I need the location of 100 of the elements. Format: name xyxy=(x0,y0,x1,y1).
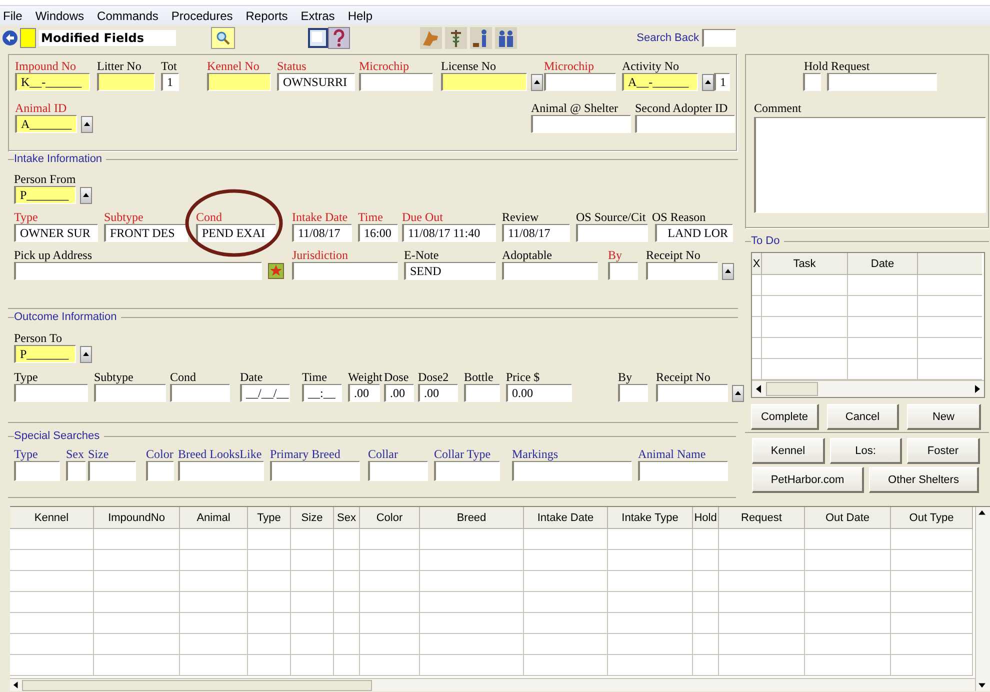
input-field[interactable]: __:__ xyxy=(302,384,342,402)
vet-icon[interactable] xyxy=(445,27,467,49)
column-header[interactable]: Out Date xyxy=(805,507,891,529)
input-field[interactable]: FRONT DES xyxy=(104,224,188,242)
input-field[interactable]: __/__/__ xyxy=(240,384,290,402)
input-field[interactable] xyxy=(576,224,648,242)
input-field[interactable] xyxy=(827,73,937,91)
input-field[interactable]: 1 xyxy=(161,73,179,91)
input-field[interactable] xyxy=(14,262,262,280)
input-field[interactable] xyxy=(292,262,398,280)
menu-item[interactable]: Extras xyxy=(300,8,335,22)
column-header[interactable]: Breed xyxy=(420,507,524,529)
spinner-button[interactable] xyxy=(702,74,714,90)
input-field[interactable] xyxy=(646,262,718,280)
input-field[interactable] xyxy=(512,461,632,481)
spinner-button[interactable] xyxy=(80,346,92,362)
column-header[interactable]: Request xyxy=(719,507,805,529)
search-button[interactable]: Kennel xyxy=(752,438,825,464)
input-field[interactable]: 0.00 xyxy=(506,384,572,402)
input-field[interactable]: 11/08/17 11:40 xyxy=(402,224,496,242)
search-button[interactable]: PetHarbor.com xyxy=(752,467,864,493)
input-field[interactable] xyxy=(368,461,428,481)
comment-field[interactable] xyxy=(754,117,986,213)
column-header[interactable]: Intake Type xyxy=(608,507,693,529)
spinner-button[interactable] xyxy=(531,74,543,90)
column-header[interactable]: Hold xyxy=(693,507,719,529)
search-button[interactable]: Los: xyxy=(830,438,902,464)
scrollbar[interactable] xyxy=(752,380,984,397)
input-field[interactable] xyxy=(434,461,500,481)
column-header[interactable]: Size xyxy=(291,507,334,529)
people-icon[interactable] xyxy=(495,27,517,49)
input-field[interactable]: P_______ xyxy=(14,345,76,363)
search-button[interactable]: Foster xyxy=(907,438,980,464)
menu-item[interactable]: Commands xyxy=(97,8,158,22)
input-field[interactable]: .00 xyxy=(348,384,380,402)
input-field[interactable]: 11/08/17 xyxy=(502,224,570,242)
column-header[interactable]: Task xyxy=(762,253,848,275)
todo-button[interactable]: New xyxy=(907,404,981,430)
input-field[interactable] xyxy=(170,384,230,402)
scrollbar-thumb[interactable] xyxy=(766,382,818,396)
menu-item[interactable]: Windows xyxy=(35,8,84,22)
column-header[interactable]: Out Type xyxy=(891,507,973,529)
star-icon[interactable] xyxy=(268,263,284,279)
scrollbar[interactable] xyxy=(10,678,975,691)
scrollbar-thumb[interactable] xyxy=(22,680,372,690)
input-field[interactable] xyxy=(146,461,174,481)
input-field[interactable] xyxy=(14,384,88,402)
search-back-field[interactable] xyxy=(702,29,736,47)
input-field[interactable]: LAND LOR xyxy=(655,224,733,242)
menu-item[interactable]: File xyxy=(3,8,22,22)
input-field[interactable]: A__-______ xyxy=(622,73,698,91)
input-field[interactable] xyxy=(66,461,86,481)
input-field[interactable] xyxy=(270,461,360,481)
menu-item[interactable]: Help xyxy=(348,8,372,22)
help-icon[interactable] xyxy=(328,27,350,49)
input-field[interactable]: 1 xyxy=(714,73,730,91)
spinner-button[interactable] xyxy=(722,262,734,280)
input-field[interactable] xyxy=(656,384,728,402)
column-header[interactable]: Date xyxy=(848,253,918,275)
input-field[interactable] xyxy=(618,384,648,402)
input-field[interactable] xyxy=(638,461,728,481)
column-header[interactable]: Color xyxy=(360,507,420,529)
input-field[interactable]: .00 xyxy=(384,384,414,402)
input-field[interactable]: 16:00 xyxy=(358,224,398,242)
input-field[interactable] xyxy=(608,262,638,280)
column-header[interactable]: ImpoundNo xyxy=(94,507,180,529)
search-button[interactable] xyxy=(211,27,235,49)
input-field[interactable] xyxy=(544,73,616,91)
search-button[interactable]: Other Shelters xyxy=(869,467,979,493)
column-header[interactable]: X xyxy=(752,253,762,275)
input-field[interactable] xyxy=(178,461,264,481)
column-header[interactable]: Type xyxy=(248,507,291,529)
input-field[interactable] xyxy=(14,461,60,481)
input-field[interactable]: 11/08/17 xyxy=(292,224,352,242)
input-field[interactable]: SEND xyxy=(404,262,496,280)
input-field[interactable]: OWNER SUR xyxy=(14,224,98,242)
input-field[interactable] xyxy=(464,384,500,402)
input-field[interactable] xyxy=(635,115,735,133)
spinner-button[interactable] xyxy=(732,384,744,402)
window-icon[interactable] xyxy=(308,28,328,48)
input-field[interactable] xyxy=(531,115,631,133)
input-field[interactable]: OWNSURRI xyxy=(277,73,355,91)
person-dog-icon[interactable] xyxy=(470,27,492,49)
input-field[interactable] xyxy=(441,73,527,91)
input-field[interactable]: K__-______ xyxy=(15,73,90,91)
column-header[interactable]: Kennel xyxy=(10,507,94,529)
scrollbar[interactable] xyxy=(975,507,990,691)
input-field[interactable] xyxy=(207,73,271,91)
spinner-button[interactable] xyxy=(81,116,93,132)
input-field[interactable] xyxy=(88,461,136,481)
input-field[interactable]: .00 xyxy=(418,384,458,402)
menu-item[interactable]: Procedures xyxy=(171,8,233,22)
menu-item[interactable]: Reports xyxy=(246,8,288,22)
column-header[interactable]: Animal xyxy=(180,507,248,529)
input-field[interactable] xyxy=(97,73,155,91)
input-field[interactable] xyxy=(359,73,433,91)
input-field[interactable] xyxy=(803,73,821,91)
input-field[interactable] xyxy=(502,262,598,280)
input-field[interactable]: P_______ xyxy=(14,186,76,204)
column-header[interactable]: Sex xyxy=(334,507,360,529)
